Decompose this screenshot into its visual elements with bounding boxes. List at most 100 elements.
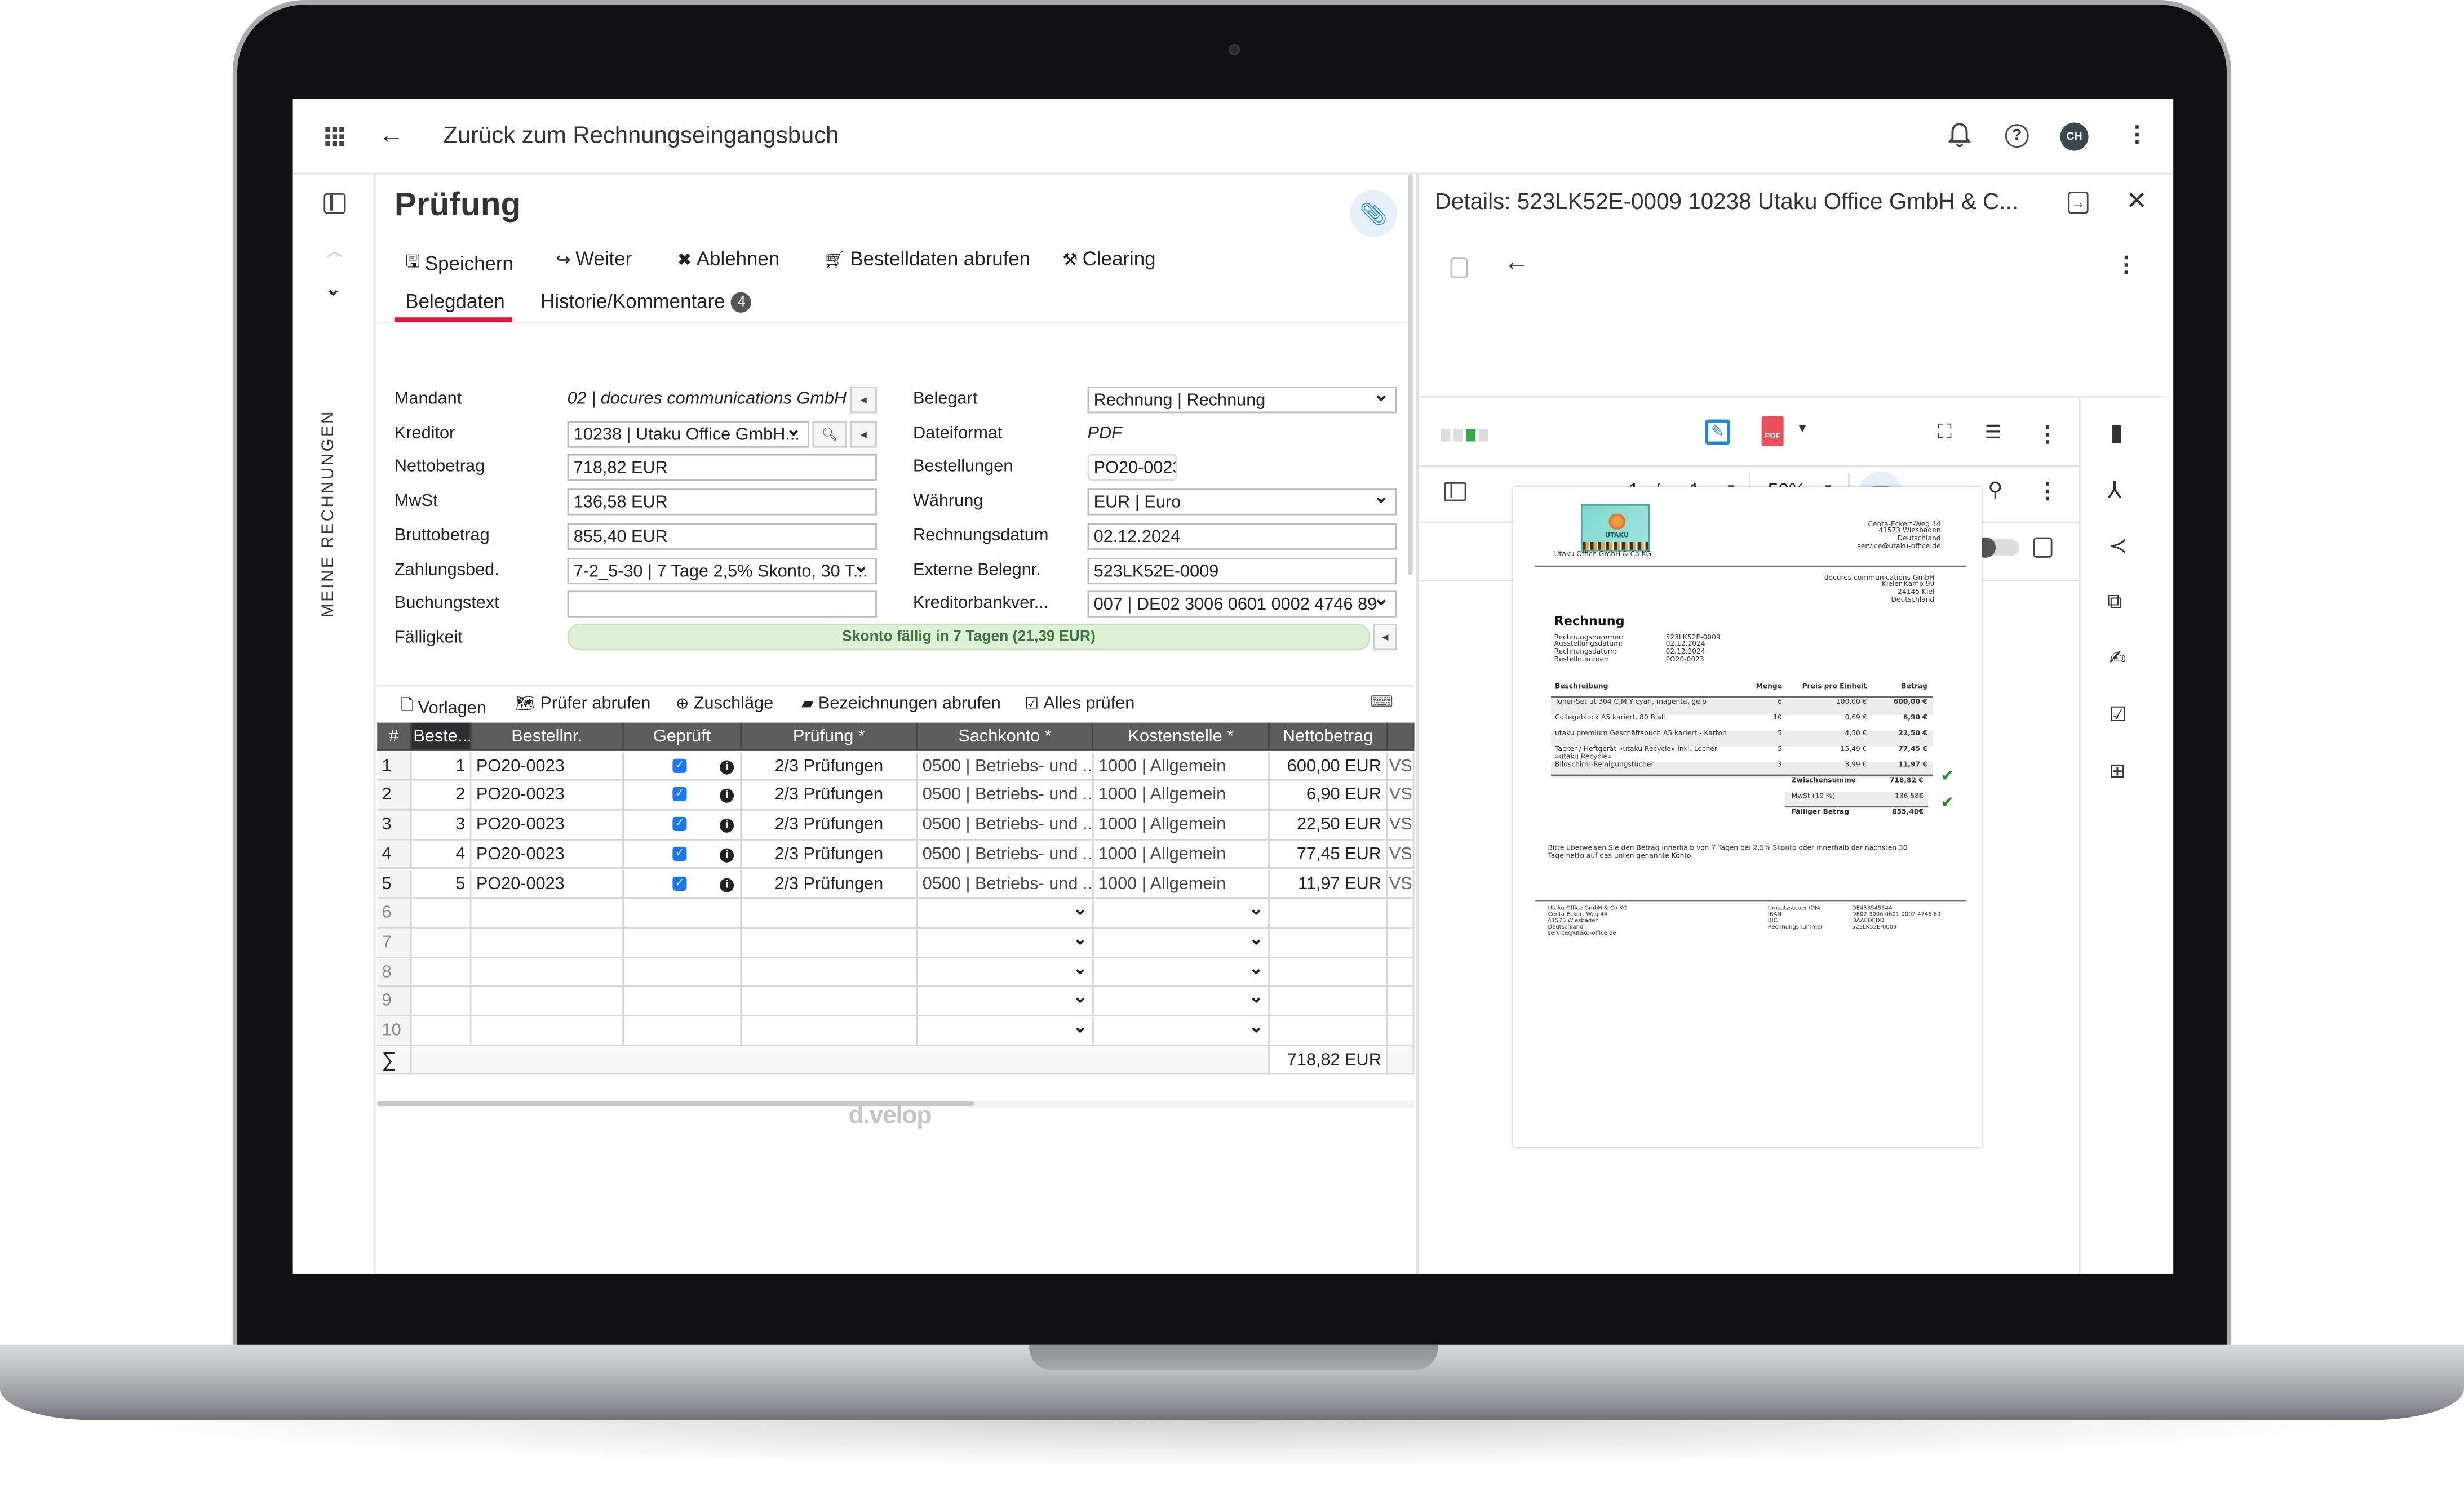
empty-cell[interactable] (471, 987, 624, 1016)
empty-cell[interactable] (1388, 987, 1415, 1016)
signature-icon[interactable]: ✍︎ (2109, 646, 2126, 671)
empty-cell[interactable] (1269, 987, 1388, 1016)
column-header[interactable]: Kostenstelle * (1093, 722, 1270, 751)
cost-center-cell[interactable]: 1000 | Allgemein (1093, 840, 1270, 870)
clipboard-add-icon[interactable]: ⊞ (2109, 759, 2126, 784)
action-speichern-button[interactable]: 🖫︎ Speichern (405, 248, 513, 278)
empty-cell[interactable]: ⌄ (918, 987, 1094, 1016)
net-amount-cell[interactable]: 6,90 EUR (1269, 781, 1388, 811)
close-icon[interactable]: ✕ (2126, 185, 2147, 217)
field-zahlungsbed-[interactable]: 7-2_5-30 | 7 Tage 2,5% Skonto, 30 T... (567, 557, 877, 584)
table-row[interactable]: 1 1 PO20-0023 ✓ i 2/3 Prüfungen 0500 | Betrieb… (377, 752, 1415, 781)
collapse-button[interactable]: ◂ (850, 420, 877, 447)
check-status-cell[interactable]: 2/3 Prüfungen (742, 781, 918, 811)
pdf-file-icon[interactable]: PDF (1761, 416, 1784, 446)
column-header[interactable]: # (377, 722, 412, 751)
tax-cell[interactable]: VS (1388, 840, 1415, 870)
empty-cell[interactable] (1269, 1016, 1388, 1046)
save-annotations-icon[interactable] (2033, 537, 2053, 558)
more-icon[interactable]: ⋮ (2037, 478, 2059, 504)
empty-cell[interactable]: ⌄ (918, 928, 1094, 958)
empty-cell[interactable] (411, 1016, 472, 1046)
workflow-icon[interactable]: ⧉ (2107, 589, 2122, 615)
order-number-cell[interactable]: PO20-0023 (471, 811, 624, 841)
empty-cell[interactable] (471, 1016, 624, 1046)
field-kreditorbankver-[interactable]: 007 | DE02 3006 0601 0002 4746 89 (1087, 590, 1397, 618)
field-bestellungen[interactable]: PO20-0023 (1087, 454, 1177, 482)
empty-cell[interactable] (623, 899, 742, 929)
tab-document-data[interactable]: Belegdaten (405, 291, 504, 313)
bell-icon[interactable] (1948, 122, 1971, 148)
net-amount-cell[interactable]: 11,97 EUR (1269, 869, 1388, 899)
kebab-menu-icon[interactable]: ⋮ (2126, 121, 2148, 148)
account-cell[interactable]: 0500 | Betriebs- und ... (918, 752, 1094, 781)
field-währung[interactable]: EUR | Euro (1087, 488, 1397, 516)
empty-cell[interactable] (471, 899, 624, 929)
empty-cell[interactable]: ⌄ (918, 1016, 1094, 1046)
empty-cell[interactable] (623, 957, 742, 987)
open-in-new-icon[interactable]: → (2068, 192, 2089, 214)
tax-cell[interactable]: VS (1388, 781, 1415, 811)
cost-center-cell[interactable]: 1000 | Allgemein (1093, 869, 1270, 899)
grid-prüfer-abrufen-button[interactable]: 🗺︎ Prüfer abrufen (516, 694, 651, 713)
empty-cell[interactable] (742, 899, 918, 929)
table-row[interactable]: 5 5 PO20-0023 ✓ i 2/3 Prüfungen 0500 | Betrieb… (377, 869, 1415, 899)
empty-cell[interactable] (1269, 928, 1388, 958)
checked-cell[interactable]: ✓ i (623, 781, 742, 811)
sidebar-layout-icon[interactable]: ☰ (1985, 421, 2002, 443)
help-icon[interactable]: ? (2005, 124, 2029, 148)
grid-vorlagen-button[interactable]: 🗋︎ Vorlagen (401, 694, 486, 721)
field-belegart[interactable]: Rechnung | Rechnung (1087, 386, 1397, 414)
binder-icon[interactable]: ▮ (2111, 419, 2123, 446)
column-header[interactable]: Geprüft (623, 722, 742, 751)
keyboard-icon[interactable]: ⌨ (1370, 694, 1393, 712)
chevron-down-icon[interactable]: ⌄ (1073, 899, 1088, 924)
empty-cell[interactable] (471, 957, 624, 987)
action-bestelldaten-abrufen-button[interactable]: 🛒︎ Bestelldaten abrufen (823, 248, 1030, 270)
chevron-down-icon[interactable]: ⌄ (1249, 987, 1264, 1012)
empty-cell[interactable] (742, 957, 918, 987)
cost-center-cell[interactable]: 1000 | Allgemein (1093, 752, 1270, 781)
table-row-empty[interactable]: 10 ⌄ ⌄ (377, 1016, 1415, 1046)
field-bruttobetrag[interactable]: 855,40 EUR (567, 522, 877, 550)
thumbnails-icon[interactable] (1444, 482, 1466, 501)
empty-cell[interactable] (1388, 1016, 1415, 1046)
checkbox-checked[interactable]: ✓ (672, 876, 687, 890)
check-status-cell[interactable]: 2/3 Prüfungen (742, 840, 918, 870)
info-icon[interactable]: i (720, 759, 734, 774)
checked-cell[interactable]: ✓ i (623, 811, 742, 841)
chevron-down-icon[interactable]: ⌄ (1249, 899, 1264, 924)
cost-center-cell[interactable]: 1000 | Allgemein (1093, 811, 1270, 841)
empty-cell[interactable] (742, 987, 918, 1016)
empty-cell[interactable] (623, 1016, 742, 1046)
order-number-cell[interactable]: PO20-0023 (471, 752, 624, 781)
empty-cell[interactable] (1388, 957, 1415, 987)
empty-cell[interactable]: ⌄ (918, 899, 1094, 929)
checkbox-checked[interactable]: ✓ (672, 758, 687, 772)
info-icon[interactable]: i (720, 877, 734, 892)
more-icon[interactable]: ⋮ (2037, 421, 2059, 447)
table-row-empty[interactable]: 7 ⌄ ⌄ (377, 928, 1415, 958)
tax-cell[interactable]: VS (1388, 869, 1415, 899)
search-button[interactable]: 🔍︎ (812, 420, 847, 447)
account-cell[interactable]: 0500 | Betriebs- und ... (918, 869, 1094, 899)
column-header[interactable]: Nettobetrag (1269, 722, 1388, 751)
empty-cell[interactable]: ⌄ (1093, 928, 1270, 958)
expand-panel-icon[interactable] (323, 193, 346, 214)
field-mwst[interactable]: 136,58 EUR (567, 488, 877, 516)
back-link[interactable]: Zurück zum Rechnungseingangsbuch (443, 122, 839, 149)
pdf-dropdown-arrow-icon[interactable]: ▼ (1796, 421, 1809, 435)
empty-cell[interactable] (411, 957, 472, 987)
net-amount-cell[interactable]: 600,00 EUR (1269, 752, 1388, 781)
action-clearing-button[interactable]: ⚒ Clearing (1062, 248, 1156, 270)
checkbox-checked[interactable]: ✓ (672, 788, 687, 802)
back-arrow-icon[interactable]: ← (379, 122, 404, 150)
check-status-cell[interactable]: 2/3 Prüfungen (742, 811, 918, 841)
attachment-button[interactable]: 📎︎ (1350, 190, 1397, 238)
column-header[interactable]: Beste... (411, 722, 472, 751)
empty-cell[interactable] (742, 1016, 918, 1046)
cost-center-cell[interactable]: 1000 | Allgemein (1093, 781, 1270, 811)
info-icon[interactable]: i (720, 848, 734, 863)
chevron-down-icon[interactable]: ⌄ (1249, 929, 1264, 954)
action-weiter-button[interactable]: ↪ Weiter (556, 248, 632, 270)
